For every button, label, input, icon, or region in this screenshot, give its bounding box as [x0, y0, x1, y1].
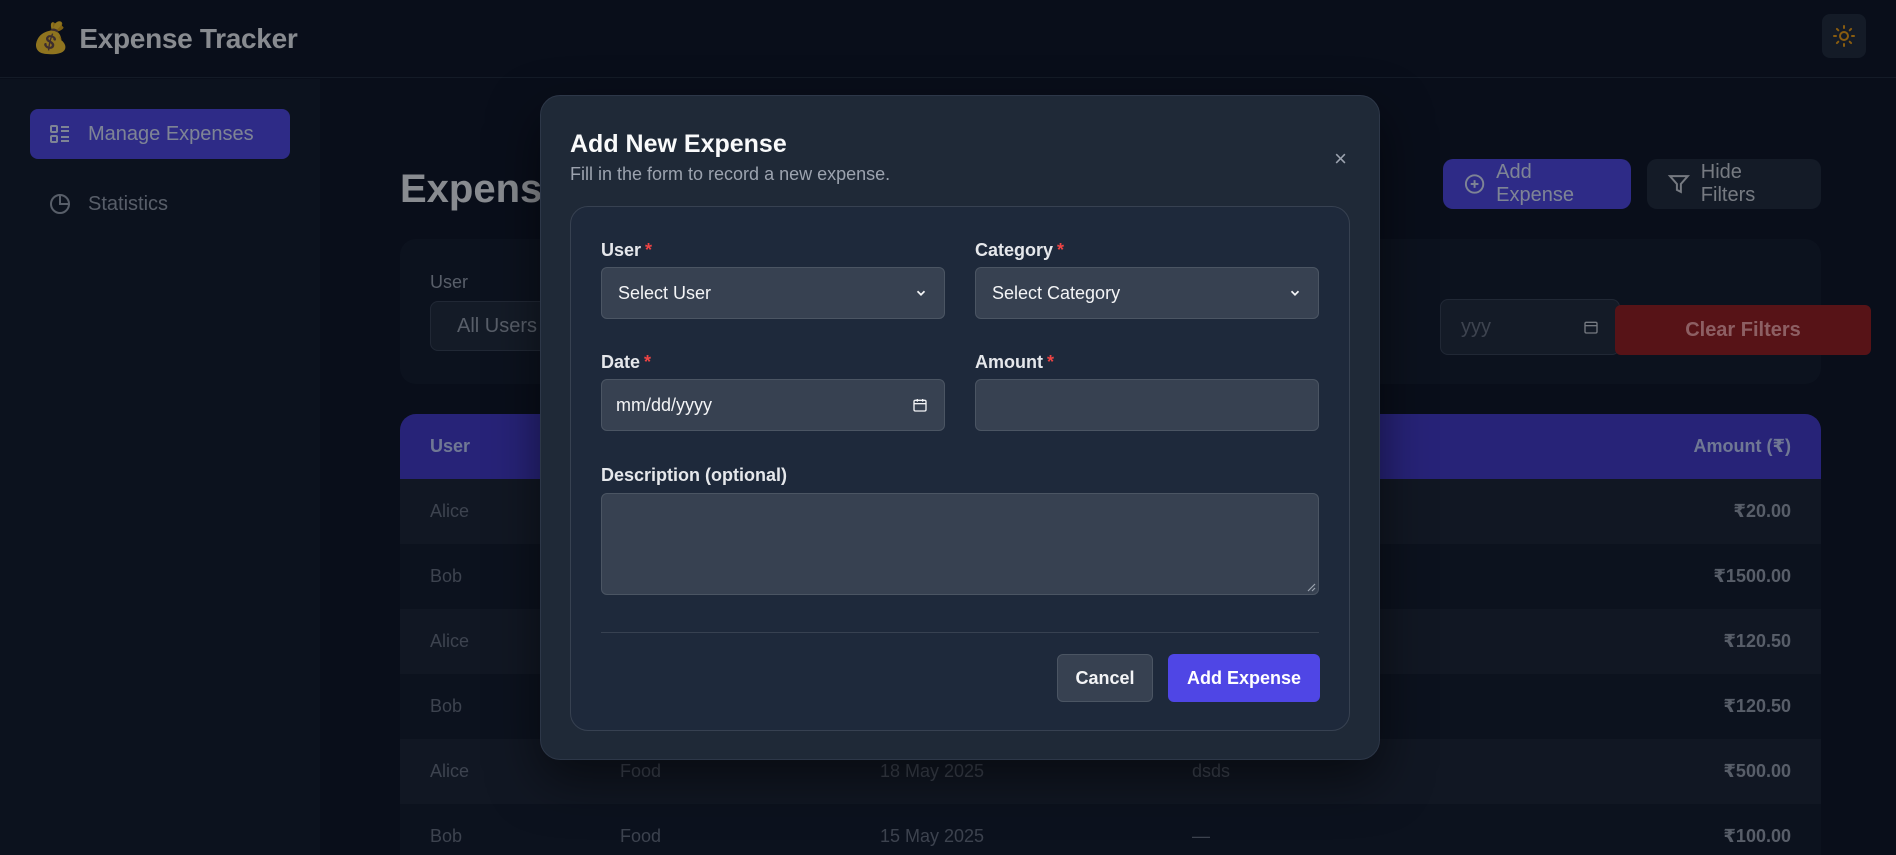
close-icon[interactable]: × — [1334, 148, 1347, 170]
date-input[interactable]: mm/dd/yyyy — [601, 379, 945, 431]
amount-input[interactable] — [975, 379, 1319, 431]
description-textarea[interactable] — [601, 493, 1319, 595]
required-mark: * — [1046, 352, 1054, 372]
date-input-value: mm/dd/yyyy — [616, 394, 713, 415]
date-label-text: Date — [601, 352, 641, 372]
category-label-text: Category — [975, 240, 1054, 260]
user-field-label: User * — [601, 240, 652, 261]
required-mark: * — [644, 352, 652, 372]
add-expense-modal: Add New Expense Fill in the form to reco… — [540, 95, 1380, 760]
submit-expense-button[interactable]: Add Expense — [1168, 654, 1320, 702]
modal-subtitle: Fill in the form to record a new expense… — [570, 164, 891, 184]
cancel-button[interactable]: Cancel — [1057, 654, 1153, 702]
user-select-value: Select User — [618, 282, 712, 303]
amount-field-label: Amount * — [975, 352, 1054, 373]
required-mark: * — [645, 240, 653, 260]
chevron-down-icon — [1290, 290, 1300, 296]
modal-title: Add New Expense — [570, 130, 787, 158]
category-select-value: Select Category — [992, 282, 1121, 303]
expense-form: User * Select User Category * Select Categ… — [570, 206, 1350, 731]
chevron-down-icon — [916, 290, 926, 296]
user-label-text: User — [601, 240, 642, 260]
required-mark: * — [1057, 240, 1065, 260]
date-field-label: Date * — [601, 352, 651, 373]
user-select[interactable]: Select User — [601, 267, 945, 319]
form-divider — [601, 632, 1319, 633]
resize-handle-icon[interactable] — [1306, 582, 1316, 592]
category-select[interactable]: Select Category — [975, 267, 1319, 319]
category-field-label: Category * — [975, 240, 1064, 261]
calendar-icon — [913, 399, 927, 412]
amount-label-text: Amount — [975, 352, 1043, 372]
description-field-label: Description (optional) — [601, 465, 787, 485]
